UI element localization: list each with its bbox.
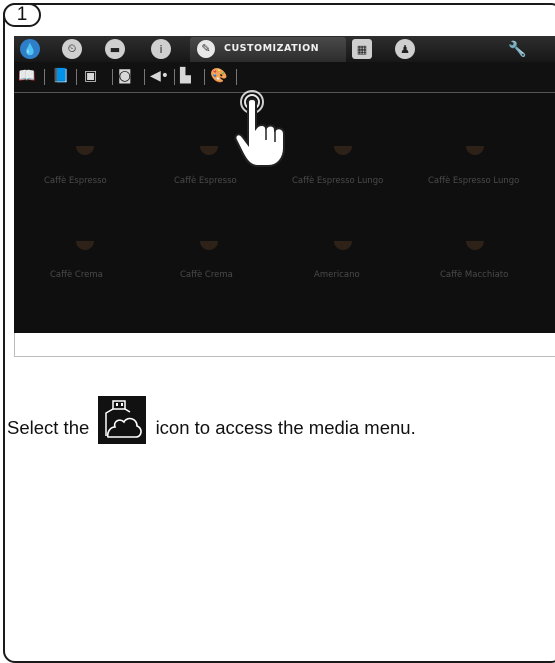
keyboard-icon[interactable]: ▦ <box>352 39 372 59</box>
top-menu-bar: 💧 ⏲ ▬ i ✎ CUSTOMIZATION ▦ ♟ 🔧 <box>14 36 555 62</box>
screen-icon[interactable]: ▣ <box>84 67 97 85</box>
product-label: Americano <box>314 270 360 280</box>
instruction-text: Select the icon to access the media menu… <box>7 396 416 452</box>
machine-screen: 💧 ⏲ ▬ i ✎ CUSTOMIZATION ▦ ♟ 🔧 📖 📘 ▣ ◙ ◀•… <box>14 36 555 333</box>
pointing-hand-icon <box>234 90 285 167</box>
divider <box>14 333 15 357</box>
instruction-before: Select the <box>7 417 90 438</box>
product-image <box>200 146 218 155</box>
product-image <box>334 146 352 155</box>
product-label: Caffè Espresso <box>174 176 237 186</box>
product-label: Caffè Crema <box>50 270 103 280</box>
product-image <box>334 241 352 250</box>
screensaver-icon[interactable]: ◙ <box>118 67 132 85</box>
product-image <box>76 146 94 155</box>
info-icon[interactable]: i <box>151 39 171 59</box>
product-label: Caffè Espresso Lungo <box>292 176 384 186</box>
speaker-icon[interactable]: ◀• <box>150 67 169 85</box>
tab-customization-label: CUSTOMIZATION <box>224 43 320 54</box>
cup-icon[interactable]: ▬ <box>105 39 125 59</box>
book-icon[interactable]: 📖 <box>18 67 35 85</box>
divider <box>14 356 555 357</box>
product-image <box>466 241 484 250</box>
water-drop-icon[interactable]: 💧 <box>20 39 40 59</box>
wrench-icon[interactable]: 🔧 <box>508 40 527 58</box>
palette-icon[interactable]: 🎨 <box>210 67 227 85</box>
usb-media-icon <box>98 396 147 444</box>
usb-media-icon[interactable]: ▙ <box>180 67 191 85</box>
product-image <box>466 146 484 155</box>
product-label: Caffè Macchiato <box>440 270 509 280</box>
clock-icon[interactable]: ⏲ <box>62 39 82 59</box>
pencil-icon: ✎ <box>197 40 215 58</box>
step-number-badge: 1 <box>3 3 41 27</box>
product-image <box>76 241 94 250</box>
product-label: Caffè Espresso Lungo <box>428 176 520 186</box>
product-label: Caffè Espresso <box>44 176 107 186</box>
recipe-book-icon[interactable]: 📘 <box>52 67 69 85</box>
user-icon[interactable]: ♟ <box>395 39 415 59</box>
product-label: Caffè Crema <box>180 270 233 280</box>
product-image <box>200 241 218 250</box>
instruction-after: icon to access the media menu. <box>155 417 416 438</box>
